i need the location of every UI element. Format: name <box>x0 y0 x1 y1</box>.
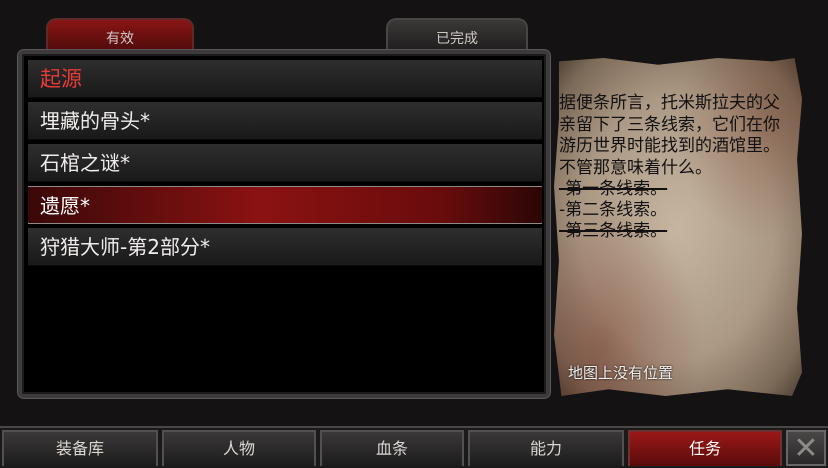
nav-tab-character[interactable]: 人物 <box>162 430 316 466</box>
quest-clue-1: -第一条线索。 <box>559 179 668 199</box>
quest-clue-2: -第二条线索。 <box>559 200 668 220</box>
quest-item-last-wish[interactable]: 遗愿* <box>28 186 542 224</box>
nav-tab-inventory[interactable]: 装备库 <box>2 430 158 466</box>
quest-description: 据便条所言，托米斯拉夫的父亲留下了三条线索，它们在你游历世界时能找到的酒馆里。 … <box>559 93 780 178</box>
nav-tab-blood[interactable]: 血条 <box>320 430 464 466</box>
quest-list-panel: 起源 埋藏的骨头* 石棺之谜* 遗愿* 狩猎大师-第2部分* <box>18 50 550 398</box>
tab-completed[interactable]: 已完成 <box>386 18 528 52</box>
quest-item-master-hunter-part-2[interactable]: 狩猎大师-第2部分* <box>28 228 542 266</box>
quest-category-origin: 起源 <box>28 60 542 98</box>
quest-item-sarcophagus-mystery[interactable]: 石棺之谜* <box>28 144 542 182</box>
close-icon[interactable]: ✕ <box>786 430 826 466</box>
quest-location-text: 地图上没有位置 <box>568 364 674 382</box>
nav-tab-abilities[interactable]: 能力 <box>468 430 624 466</box>
quest-item-buried-bones[interactable]: 埋藏的骨头* <box>28 102 542 140</box>
quest-detail-text: 据便条所言，托米斯拉夫的父亲留下了三条线索，它们在你游历世界时能找到的酒馆里。 … <box>559 93 783 242</box>
tab-active[interactable]: 有效 <box>46 18 194 52</box>
quest-clue-3: -第三条线索。 <box>559 221 668 241</box>
nav-tab-quests[interactable]: 任务 <box>628 430 782 466</box>
